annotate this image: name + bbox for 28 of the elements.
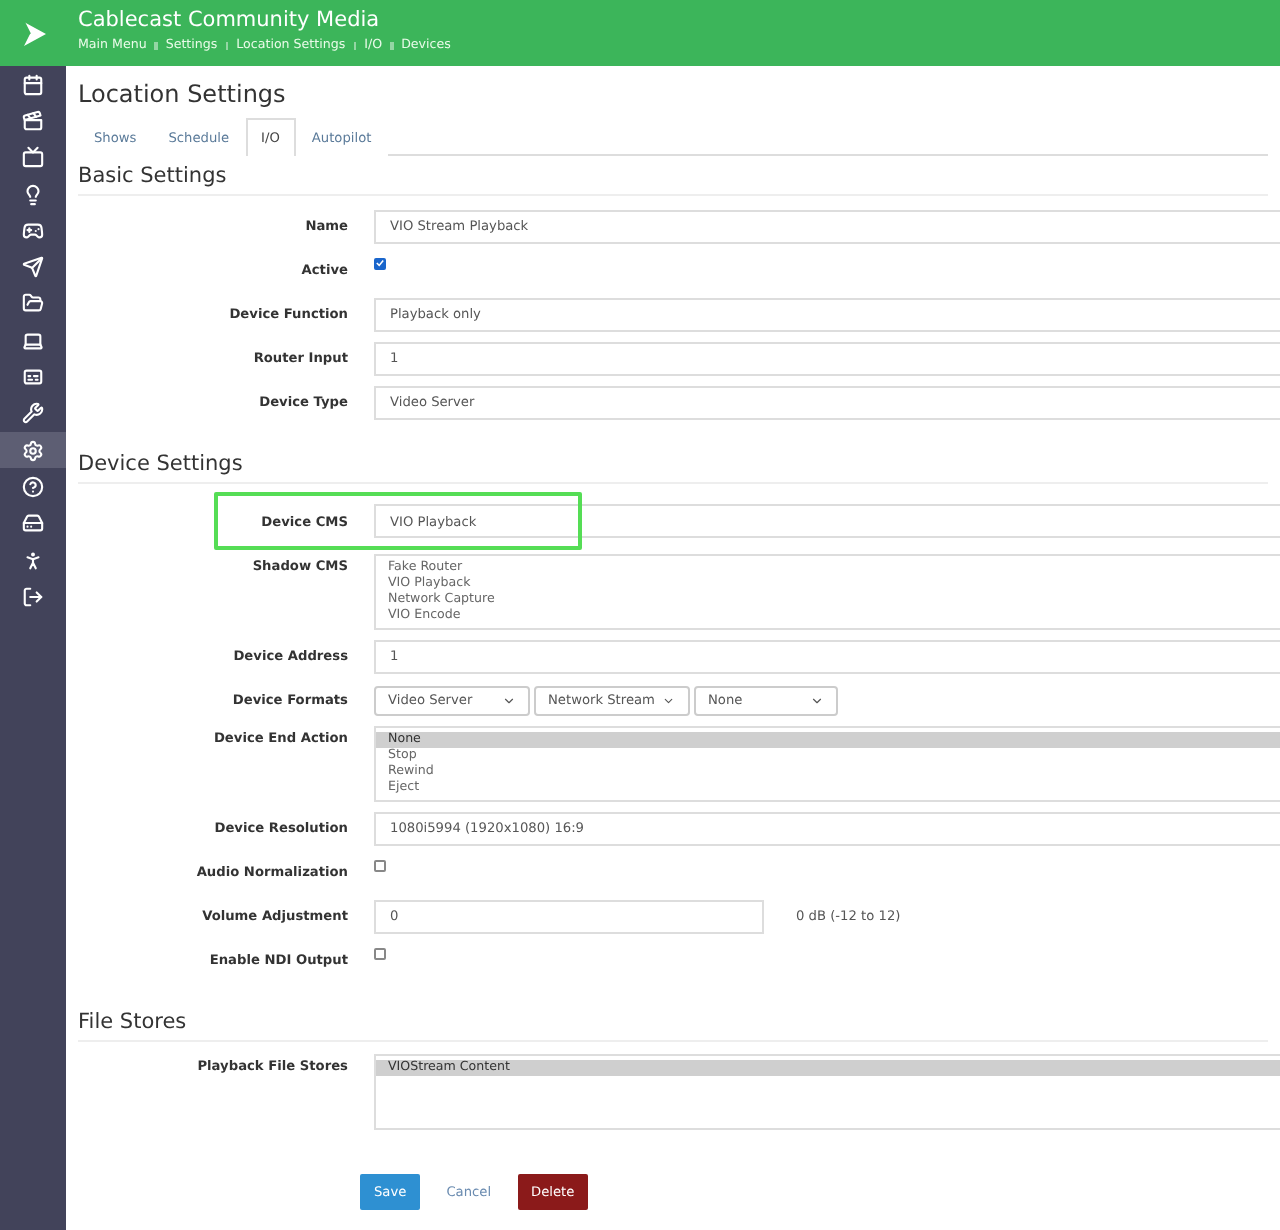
section-title: File Stores [78,1002,1268,1042]
laptop-icon [22,329,44,352]
help-icon [22,475,44,498]
clapperboard-icon [22,109,44,132]
lightbulb-icon [22,183,44,206]
calendar-icon [22,73,44,96]
chevron-icon [662,693,676,707]
section-title: Device Settings [78,444,1268,484]
paper-plane-icon [22,256,44,279]
drive-icon [22,512,44,535]
wrench-icon [22,402,44,425]
app-title: Cablecast Community Media [78,8,382,34]
tv-icon [22,146,44,169]
section-title: Basic Settings [78,156,1268,196]
sidebar-item[interactable] [0,431,66,469]
page-title: Location Settings [78,80,288,108]
settings-icon [22,439,44,462]
chevron-icon [810,693,824,707]
chevron-icon [502,693,516,707]
person-icon [22,549,44,571]
checkbox[interactable] [374,859,386,871]
gamepad-icon [22,219,44,242]
checkbox[interactable] [374,257,386,269]
checkbox[interactable] [374,947,386,959]
folder-icon [22,292,44,315]
logout-icon [22,585,44,608]
logo-icon[interactable] [19,19,47,47]
captions-icon [22,366,44,389]
